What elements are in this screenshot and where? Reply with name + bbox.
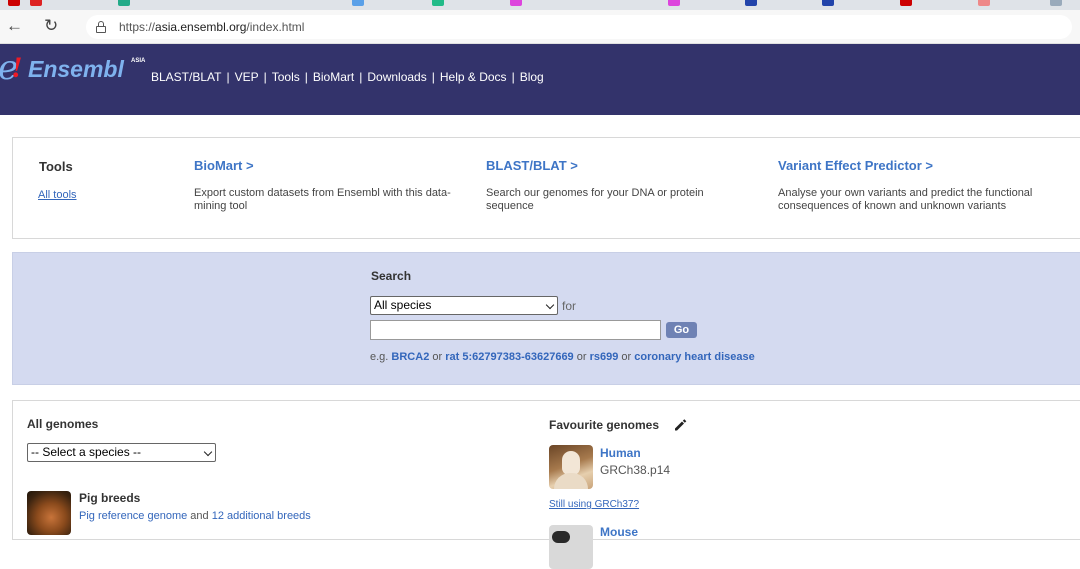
or-word: or xyxy=(432,351,443,363)
tool-vep: Variant Effect Predictor > Analyse your … xyxy=(778,158,1063,213)
favourite-genomes-heading: Favourite genomes xyxy=(549,418,660,432)
logo-bang: ! xyxy=(11,51,23,84)
example-rat-region[interactable]: rat 5:62797383-63627669 xyxy=(445,351,573,363)
or-word: or xyxy=(621,351,632,363)
nav-downloads[interactable]: Downloads xyxy=(367,70,426,84)
pig-reference-link[interactable]: Pig reference genome xyxy=(79,510,187,522)
mouse-thumbnail[interactable] xyxy=(549,525,593,569)
blast-link[interactable]: BLAST/BLAT > xyxy=(486,158,736,173)
tools-panel: Tools All tools BioMart > Export custom … xyxy=(12,137,1080,239)
genomes-panel: All genomes -- Select a species -- Pig b… xyxy=(12,400,1080,569)
example-brca2[interactable]: BRCA2 xyxy=(391,351,429,363)
lock-icon[interactable] xyxy=(96,21,106,33)
nav-blog[interactable]: Blog xyxy=(520,70,544,84)
and-word: and xyxy=(190,510,209,522)
tab-favicon[interactable] xyxy=(822,0,834,6)
human-thumbnail[interactable] xyxy=(549,445,593,489)
logo-wordmark: Ensembl xyxy=(28,56,124,82)
tab-favicon[interactable] xyxy=(432,0,444,6)
nav-tools[interactable]: Tools xyxy=(272,70,300,84)
tool-biomart: BioMart > Export custom datasets from En… xyxy=(194,158,474,213)
top-nav: BLAST/BLAT | VEP | Tools | BioMart | Downloads | H… xyxy=(151,70,544,84)
all-genomes-heading: All genomes xyxy=(27,417,99,431)
nav-vep[interactable]: VEP xyxy=(235,70,259,84)
example-rs699[interactable]: rs699 xyxy=(590,351,619,363)
human-link[interactable]: Human xyxy=(600,446,641,460)
pig-thumbnail[interactable] xyxy=(27,491,71,535)
grch37-link[interactable]: Still using GRCh37? xyxy=(549,499,639,510)
search-input[interactable] xyxy=(370,320,661,340)
nav-blast[interactable]: BLAST/BLAT xyxy=(151,70,221,84)
vep-description: Analyse your own variants and predict th… xyxy=(778,187,1033,212)
reload-icon[interactable]: ↻ xyxy=(44,16,58,36)
species-dropdown-value: -- Select a species -- xyxy=(31,445,142,459)
pencil-icon[interactable] xyxy=(673,418,687,432)
eg-prefix: e.g. xyxy=(370,351,389,363)
nav-help-docs[interactable]: Help & Docs xyxy=(440,70,507,84)
biomart-link[interactable]: BioMart > xyxy=(194,158,474,173)
for-label: for xyxy=(562,299,577,313)
pig-breeds-description: Pig reference genome and 12 additional b… xyxy=(79,510,311,522)
pig-additional-breeds-link[interactable]: 12 additional breeds xyxy=(212,510,311,522)
tab-favicon[interactable] xyxy=(8,0,20,6)
or-word: or xyxy=(576,351,587,363)
search-panel: Search All species for Go e.g. BRCA2 or … xyxy=(12,252,1080,385)
chevron-down-icon xyxy=(203,447,213,457)
go-button[interactable]: Go xyxy=(666,322,697,338)
pig-breeds-title: Pig breeds xyxy=(79,491,141,505)
tab-favicon[interactable] xyxy=(978,0,990,6)
tool-blast: BLAST/BLAT > Search our genomes for your… xyxy=(486,158,736,213)
tab-favicon[interactable] xyxy=(30,0,42,6)
species-select[interactable]: All species xyxy=(370,296,558,315)
tab-favicon[interactable] xyxy=(1050,0,1062,6)
browser-tab-strip xyxy=(0,0,1080,10)
tab-favicon[interactable] xyxy=(118,0,130,6)
chevron-down-icon xyxy=(545,300,555,310)
all-tools-link[interactable]: All tools xyxy=(38,189,77,201)
site-masthead: e ! Ensembl ASIA BLAST/BLAT | VEP | Tools | Bi… xyxy=(0,44,1080,115)
human-assembly: GRCh38.p14 xyxy=(600,463,671,477)
species-dropdown[interactable]: -- Select a species -- xyxy=(27,443,216,462)
back-arrow-icon[interactable]: ← xyxy=(6,16,23,36)
search-examples: e.g. BRCA2 or rat 5:62797383-63627669 or… xyxy=(370,351,755,363)
tab-favicon[interactable] xyxy=(745,0,757,6)
biomart-description: Export custom datasets from Ensembl with… xyxy=(194,187,451,212)
blast-description: Search our genomes for your DNA or prote… xyxy=(486,187,704,212)
tab-favicon[interactable] xyxy=(900,0,912,6)
mouse-link[interactable]: Mouse xyxy=(600,525,638,539)
tools-heading: Tools xyxy=(39,159,73,174)
tab-favicon[interactable] xyxy=(668,0,680,6)
logo-subsite: ASIA xyxy=(131,58,146,64)
url-input[interactable]: https://asia.ensembl.org/index.html xyxy=(86,15,1072,39)
tab-favicon[interactable] xyxy=(510,0,522,6)
species-select-value: All species xyxy=(374,298,432,312)
address-bar: ← ↻ https://asia.ensembl.org/index.html xyxy=(0,10,1080,44)
search-heading: Search xyxy=(371,269,412,283)
url-text[interactable]: https://asia.ensembl.org/index.html xyxy=(119,20,304,34)
nav-biomart[interactable]: BioMart xyxy=(313,70,354,84)
tab-favicon[interactable] xyxy=(352,0,364,6)
example-coronary-heart-disease[interactable]: coronary heart disease xyxy=(634,351,754,363)
vep-link[interactable]: Variant Effect Predictor > xyxy=(778,158,1063,173)
